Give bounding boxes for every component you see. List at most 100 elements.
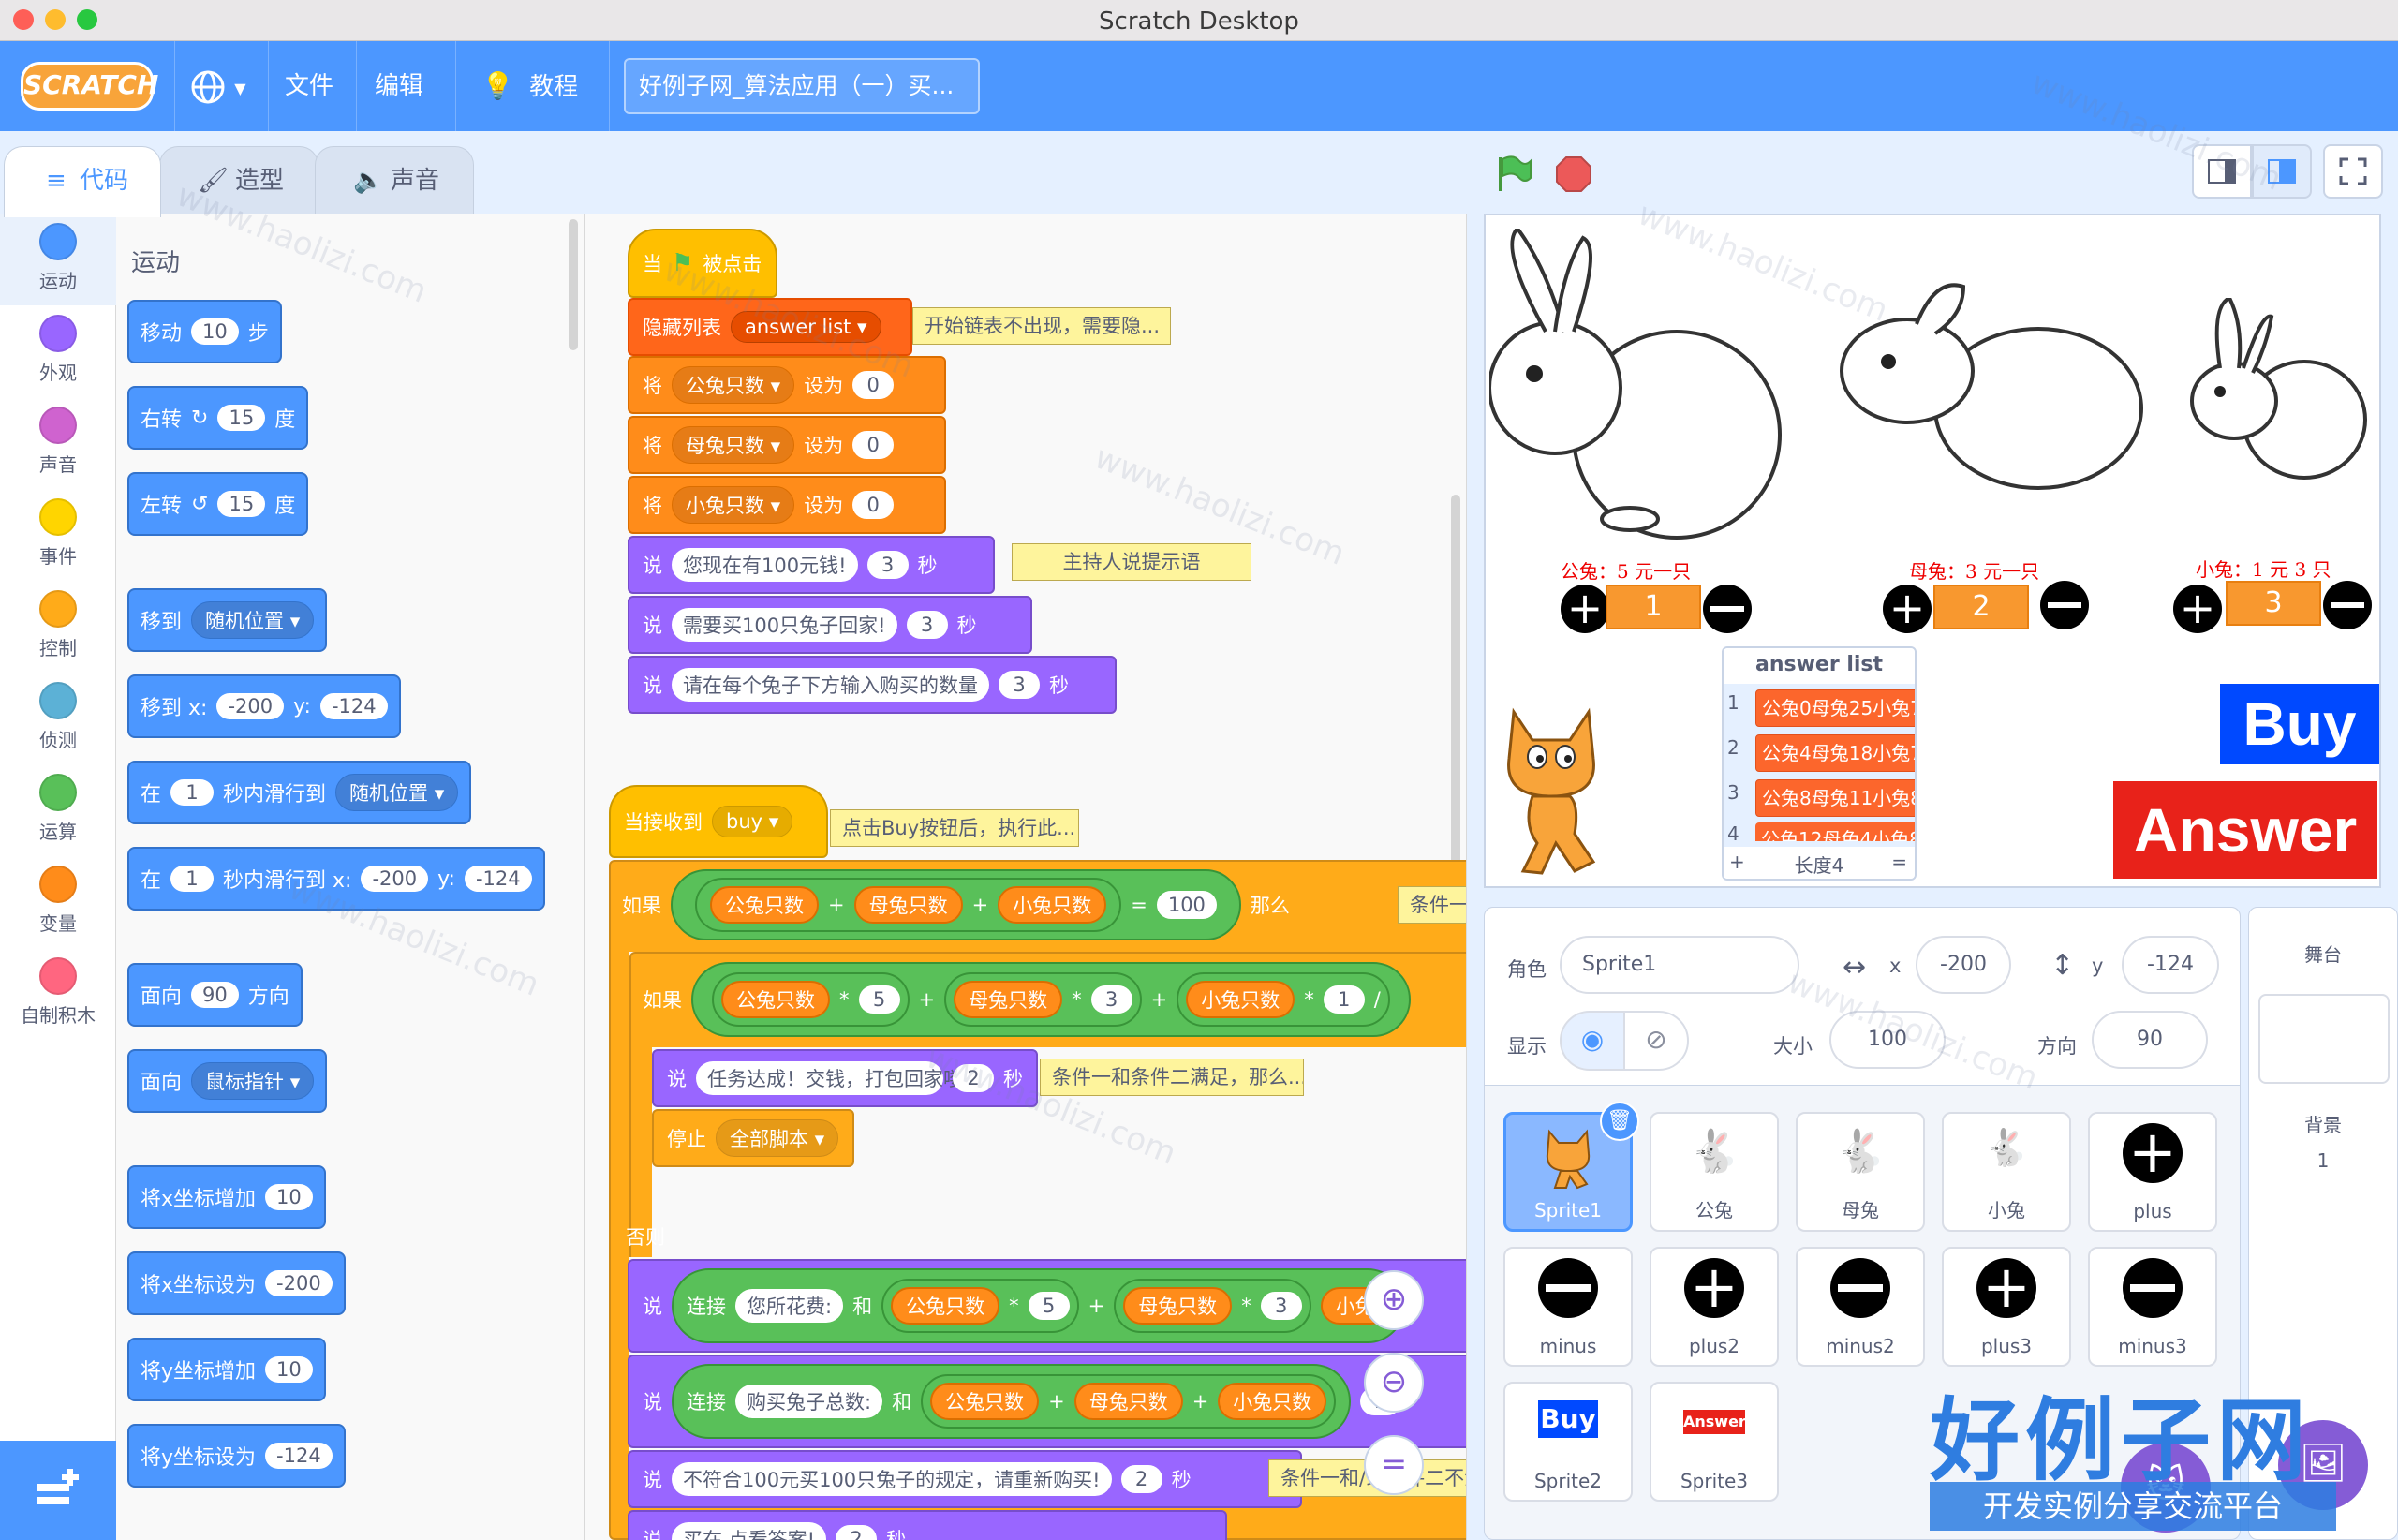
sprite-name-input[interactable]: Sprite1 — [1560, 936, 1799, 994]
minus-button[interactable] — [2040, 581, 2089, 629]
block-point-direction[interactable]: 面向 90 方向 — [127, 963, 303, 1027]
block-input[interactable]: 2 — [953, 1064, 994, 1092]
sprite-tile[interactable]: + plus2 — [1650, 1247, 1779, 1367]
comment-hide-list[interactable]: 开始链表不出现，需要隐... — [912, 307, 1171, 345]
block-dropdown[interactable]: buy ▾ — [712, 806, 793, 837]
block-when-flag-clicked[interactable]: 当 ⚑ 被点击 — [628, 229, 777, 298]
variable-reporter[interactable]: 母兔只数 — [853, 886, 963, 924]
block-input[interactable]: 0 — [852, 371, 895, 399]
variable-reporter[interactable]: 小兔只数 — [1218, 1383, 1327, 1420]
block-input[interactable]: 15 — [217, 491, 266, 517]
variable-reporter[interactable]: 公兔只数 — [930, 1383, 1040, 1420]
block-glide[interactable]: 在 1 秒内滑行到 随机位置 ▾ — [127, 761, 472, 824]
block-add[interactable]: 公兔只数 * 5 + 母兔只数 * 3 + 小兔只数 * 1/ — [691, 962, 1411, 1037]
file-menu[interactable]: 文件 — [285, 66, 333, 107]
block-change-y[interactable]: 将y坐标增加 10 — [127, 1338, 326, 1401]
comment-receive[interactable]: 点击Buy按钮后，执行此... — [830, 809, 1079, 847]
block-input[interactable]: 1 — [1323, 985, 1365, 1014]
block-multiply[interactable]: 公兔只数 * 5 — [881, 1279, 1079, 1333]
large-stage-button[interactable] — [2252, 144, 2312, 199]
sprite-tile[interactable]: Answer Sprite3 — [1650, 1382, 1779, 1502]
block-dropdown[interactable]: answer list ▾ — [731, 311, 881, 343]
block-point-towards[interactable]: 面向 鼠标指针 ▾ — [127, 1049, 328, 1113]
category-operators[interactable]: 运算 — [0, 764, 116, 856]
block-move-steps[interactable]: 移动 10 步 — [127, 300, 282, 363]
sprite-tile[interactable]: + plus — [2088, 1112, 2217, 1232]
block-dropdown[interactable]: 小兔只数 ▾ — [672, 486, 795, 524]
block-input[interactable]: 10 — [265, 1356, 313, 1383]
scratch-logo[interactable]: SCRATCH — [21, 62, 158, 111]
block-set-variable[interactable]: 将母兔只数 ▾ 设为 0 — [628, 416, 946, 474]
block-input[interactable]: 1 — [170, 866, 215, 892]
sprite-tile[interactable]: Buy Sprite2 — [1503, 1382, 1633, 1502]
block-multiply[interactable]: 母兔只数 * 3 — [1114, 1279, 1311, 1333]
block-say-for-secs[interactable]: 说请在每个兔子下方输入购买的数量 3 秒 — [628, 656, 1117, 714]
palette-scrollbar[interactable] — [569, 219, 578, 350]
block-say-for-secs[interactable]: 说不符合100元买100只兔子的规定，请重新购买! 2 秒 — [628, 1450, 1302, 1508]
block-input[interactable]: 不符合100元买100只兔子的规定，请重新购买! — [672, 1462, 1112, 1496]
list-resize-handle[interactable]: = — [1891, 851, 1907, 873]
category-myblocks[interactable]: 自制积木 — [0, 948, 116, 1040]
sprite-tile[interactable]: + plus3 — [1942, 1247, 2071, 1367]
x-input[interactable]: -200 — [1916, 936, 2011, 994]
block-say-for-secs[interactable]: 说需要买100只兔子回家! 3 秒 — [628, 596, 1032, 654]
edit-menu[interactable]: 编辑 — [375, 66, 423, 107]
block-input[interactable]: 请在每个兔子下方输入购买的数量 — [672, 668, 989, 702]
block-multiply[interactable]: 母兔只数 * 3 — [944, 972, 1142, 1027]
block-input[interactable]: 10 — [265, 1184, 313, 1210]
list-monitor[interactable]: answer list 1 公兔0母兔25小兔75 2 公兔4母兔18小兔78 … — [1722, 646, 1917, 881]
direction-input[interactable]: 90 — [2092, 1011, 2208, 1069]
variable-reporter[interactable]: 公兔只数 — [891, 1287, 1000, 1325]
block-input[interactable]: 3 — [906, 611, 948, 639]
stop-button[interactable] — [1553, 154, 1594, 195]
variable-reporter[interactable]: 小兔只数 — [1186, 981, 1295, 1018]
block-dropdown[interactable]: 随机位置 ▾ — [191, 601, 315, 639]
hide-sprite-button[interactable]: ⊘ — [1623, 1011, 1689, 1071]
sprite-tile[interactable]: minus2 — [1796, 1247, 1925, 1367]
small-stage-button[interactable] — [2192, 144, 2252, 199]
tab-sounds[interactable]: 🔈 声音 — [315, 146, 474, 214]
zoom-reset-button[interactable]: = — [1364, 1435, 1424, 1495]
block-input[interactable]: 购买兔子总数: — [735, 1385, 883, 1418]
block-say-for-secs[interactable]: 说您现在有100元钱! 3 秒 — [628, 536, 995, 594]
list-item[interactable]: 公兔4母兔18小兔78 — [1755, 734, 1915, 772]
language-menu[interactable]: ▼ — [189, 66, 246, 107]
block-add[interactable]: 公兔只数 + 母兔只数 + 小兔只数 — [921, 1374, 1337, 1429]
block-dropdown[interactable]: 公兔只数 ▾ — [672, 366, 795, 404]
minus-button[interactable] — [1703, 585, 1752, 633]
block-say[interactable]: 说 连接购买兔子总数:和 公兔只数+母兔只数+小兔只数 2 — [628, 1355, 1466, 1448]
buck-rabbit-sprite[interactable] — [1489, 229, 1789, 547]
green-flag-button[interactable] — [1493, 154, 1534, 195]
category-control[interactable]: 控制 — [0, 581, 116, 673]
block-dropdown[interactable]: 全部脚本 ▾ — [716, 1119, 839, 1157]
block-input[interactable]: 5 — [858, 985, 900, 1014]
kit-rabbit-sprite[interactable] — [2183, 298, 2370, 495]
project-title-input[interactable]: 好例子网_算法应用（一）买... — [624, 58, 980, 114]
category-sound[interactable]: 声音 — [0, 397, 116, 489]
variable-reporter[interactable]: 母兔只数 — [1073, 1383, 1183, 1420]
block-input[interactable]: 15 — [217, 405, 266, 431]
plus-button[interactable]: + — [1561, 585, 1609, 633]
variable-reporter[interactable]: 小兔只数 — [998, 886, 1107, 924]
block-turn-right[interactable]: 右转 ↻ 15 度 — [127, 386, 309, 450]
variable-reporter[interactable]: 母兔只数 — [1123, 1287, 1233, 1325]
zoom-in-button[interactable]: ⊕ — [1364, 1270, 1424, 1330]
buy-button[interactable]: Buy — [2220, 684, 2379, 764]
block-input[interactable]: 需要买100只兔子回家! — [672, 608, 897, 642]
block-input[interactable]: 90 — [191, 982, 239, 1008]
plus-button[interactable]: + — [2173, 585, 2222, 633]
block-input[interactable]: 10 — [191, 318, 239, 345]
sprite-tile[interactable]: 🐇 小兔 — [1942, 1112, 2071, 1232]
block-input[interactable]: 2 — [836, 1525, 878, 1540]
category-events[interactable]: 事件 — [0, 489, 116, 581]
block-input[interactable]: 3 — [999, 671, 1040, 699]
block-input[interactable]: -124 — [319, 693, 388, 719]
block-set-y[interactable]: 将y坐标设为 -124 — [127, 1424, 346, 1488]
sprite-tile[interactable]: 🐇 公兔 — [1650, 1112, 1779, 1232]
block-dropdown[interactable]: 鼠标指针 ▾ — [191, 1062, 315, 1100]
block-input[interactable]: 100 — [1156, 891, 1217, 919]
comment-say[interactable]: 主持人说提示语 — [1012, 543, 1251, 581]
category-looks[interactable]: 外观 — [0, 305, 116, 397]
fullscreen-button[interactable] — [2323, 144, 2383, 199]
block-join[interactable]: 连接 您所花费: 和 公兔只数 * 5 + 母兔只数 * 3 小兔 — [672, 1268, 1405, 1343]
